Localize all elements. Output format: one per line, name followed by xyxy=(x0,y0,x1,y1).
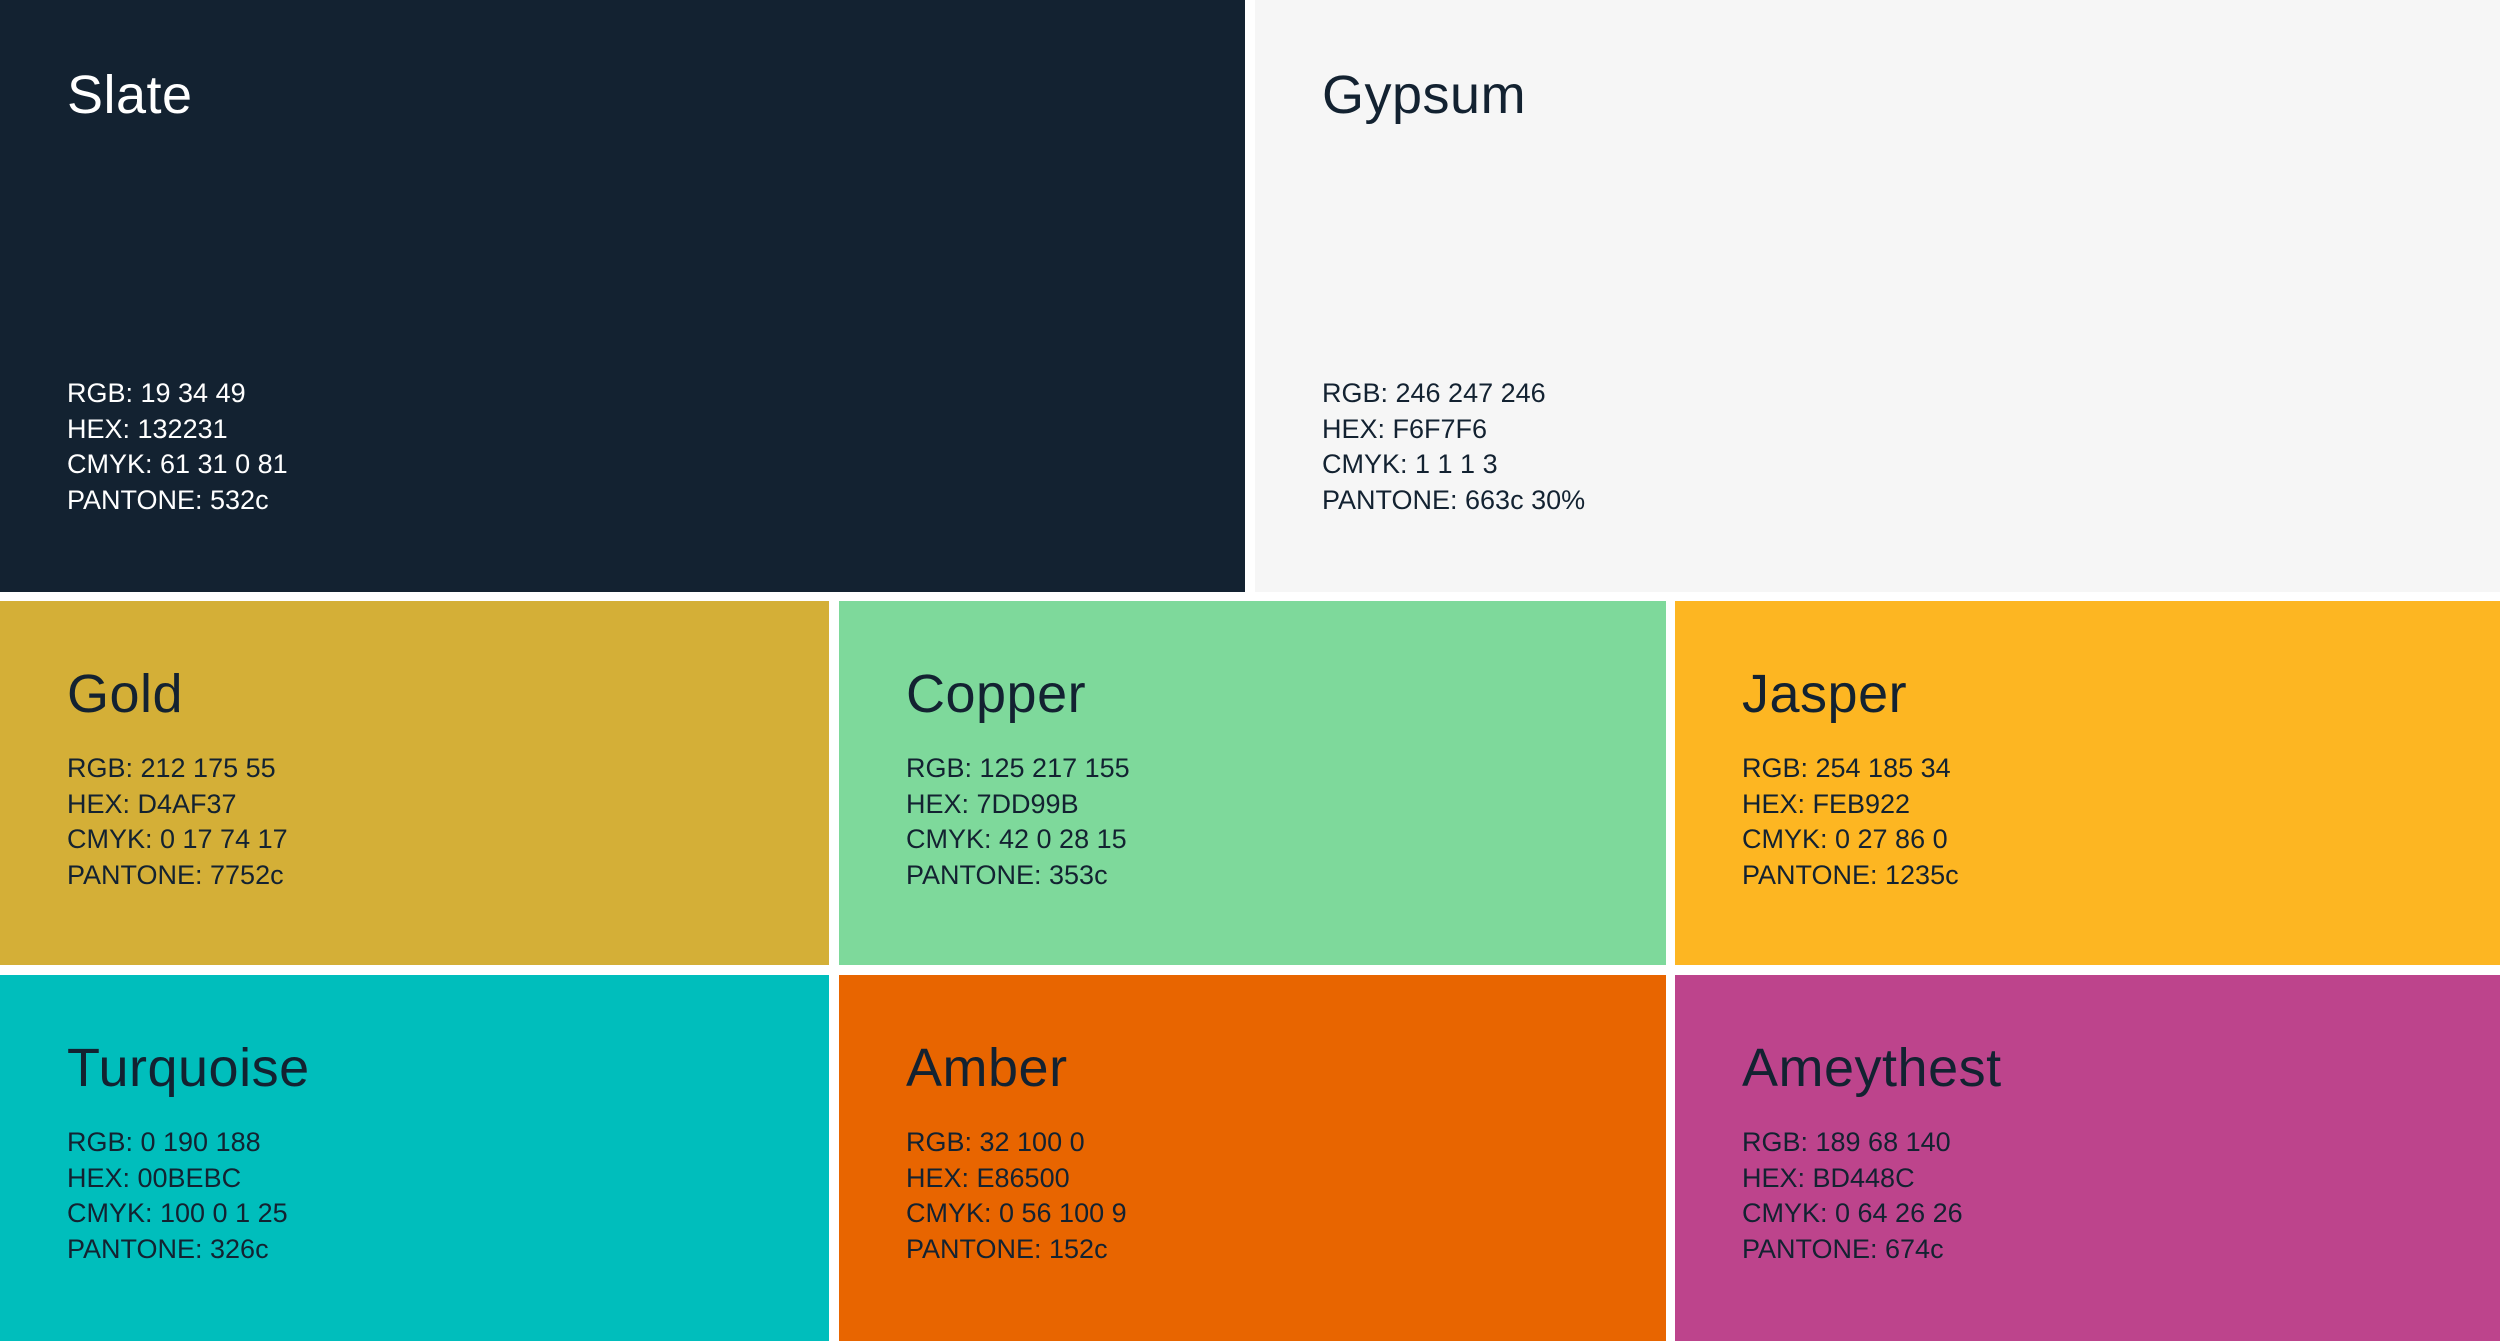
swatch-amber: Amber RGB: 32 100 0 HEX: E86500 CMYK: 0 … xyxy=(839,975,1666,1341)
cmyk-value: CMYK: 0 56 100 9 xyxy=(906,1198,1127,1228)
hex-value: HEX: 7DD99B xyxy=(906,788,1079,819)
cmyk-value: CMYK: 61 31 0 81 xyxy=(67,449,288,479)
swatch-specs: RGB: 125 217 155 HEX: 7DD99B CMYK: 42 0 … xyxy=(906,751,1130,893)
rgb-value: RGB: 254 185 34 xyxy=(1742,753,1951,783)
swatch-name: Ameythest xyxy=(1742,1038,2002,1098)
swatch-gypsum: Gypsum RGB: 246 247 246 HEX: F6F7F6 CMYK… xyxy=(1255,0,2500,592)
rgb-value: RGB: 0 190 188 xyxy=(67,1127,261,1157)
rgb-value: RGB: 212 175 55 xyxy=(67,753,276,783)
cmyk-value: CMYK: 100 0 1 25 xyxy=(67,1198,288,1228)
swatch-name: Amber xyxy=(906,1038,1068,1098)
swatch-specs: RGB: 254 185 34 HEX: FEB922 CMYK: 0 27 8… xyxy=(1742,751,1959,893)
pantone-value: PANTONE: 532c xyxy=(67,484,269,515)
hex-value: HEX: 00BEBC xyxy=(67,1162,242,1193)
pantone-value: PANTONE: 674c xyxy=(1742,1233,1944,1264)
rgb-value: RGB: 125 217 155 xyxy=(906,753,1130,783)
swatch-specs: RGB: 246 247 246 HEX: F6F7F6 CMYK: 1 1 1… xyxy=(1322,376,1585,518)
hex-value: HEX: F6F7F6 xyxy=(1322,413,1488,444)
swatch-name: Copper xyxy=(906,664,1087,724)
hex-value: HEX: 132231 xyxy=(67,413,228,444)
swatch-specs: RGB: 212 175 55 HEX: D4AF37 CMYK: 0 17 7… xyxy=(67,751,288,893)
swatch-name: Jasper xyxy=(1742,664,1908,724)
cmyk-value: CMYK: 1 1 1 3 xyxy=(1322,449,1498,479)
swatch-slate: Slate RGB: 19 34 49 HEX: 132231 CMYK: 61… xyxy=(0,0,1245,592)
rgb-value: RGB: 19 34 49 xyxy=(67,378,246,408)
cmyk-value: CMYK: 0 64 26 26 xyxy=(1742,1198,1963,1228)
cmyk-value: CMYK: 0 17 74 17 xyxy=(67,824,288,854)
swatch-ameythest: Ameythest RGB: 189 68 140 HEX: BD448C CM… xyxy=(1675,975,2500,1341)
pantone-value: PANTONE: 7752c xyxy=(67,859,284,890)
swatch-specs: RGB: 0 190 188 HEX: 00BEBC CMYK: 100 0 1… xyxy=(67,1125,288,1267)
pantone-value: PANTONE: 1235c xyxy=(1742,859,1959,890)
swatch-copper: Copper RGB: 125 217 155 HEX: 7DD99B CMYK… xyxy=(839,601,1666,965)
hex-value: HEX: E86500 xyxy=(906,1162,1070,1193)
pantone-value: PANTONE: 663c 30% xyxy=(1322,484,1586,515)
rgb-value: RGB: 246 247 246 xyxy=(1322,378,1546,408)
cmyk-value: CMYK: 42 0 28 15 xyxy=(906,824,1127,854)
swatch-name: Gold xyxy=(67,664,184,724)
rgb-value: RGB: 189 68 140 xyxy=(1742,1127,1951,1157)
hex-value: HEX: BD448C xyxy=(1742,1162,1915,1193)
hex-value: HEX: FEB922 xyxy=(1742,788,1911,819)
swatch-gold: Gold RGB: 212 175 55 HEX: D4AF37 CMYK: 0… xyxy=(0,601,829,965)
swatch-specs: RGB: 19 34 49 HEX: 132231 CMYK: 61 31 0 … xyxy=(67,376,288,518)
pantone-value: PANTONE: 353c xyxy=(906,859,1108,890)
cmyk-value: CMYK: 0 27 86 0 xyxy=(1742,824,1948,854)
swatch-specs: RGB: 189 68 140 HEX: BD448C CMYK: 0 64 2… xyxy=(1742,1125,1963,1267)
swatch-turquoise: Turquoise RGB: 0 190 188 HEX: 00BEBC CMY… xyxy=(0,975,829,1341)
swatch-specs: RGB: 32 100 0 HEX: E86500 CMYK: 0 56 100… xyxy=(906,1125,1127,1267)
swatch-name: Slate xyxy=(67,65,193,125)
rgb-value: RGB: 32 100 0 xyxy=(906,1127,1085,1157)
pantone-value: PANTONE: 326c xyxy=(67,1233,269,1264)
swatch-jasper: Jasper RGB: 254 185 34 HEX: FEB922 CMYK:… xyxy=(1675,601,2500,965)
pantone-value: PANTONE: 152c xyxy=(906,1233,1108,1264)
swatch-name: Turquoise xyxy=(67,1038,310,1098)
hex-value: HEX: D4AF37 xyxy=(67,788,237,819)
swatch-name: Gypsum xyxy=(1322,65,1527,125)
